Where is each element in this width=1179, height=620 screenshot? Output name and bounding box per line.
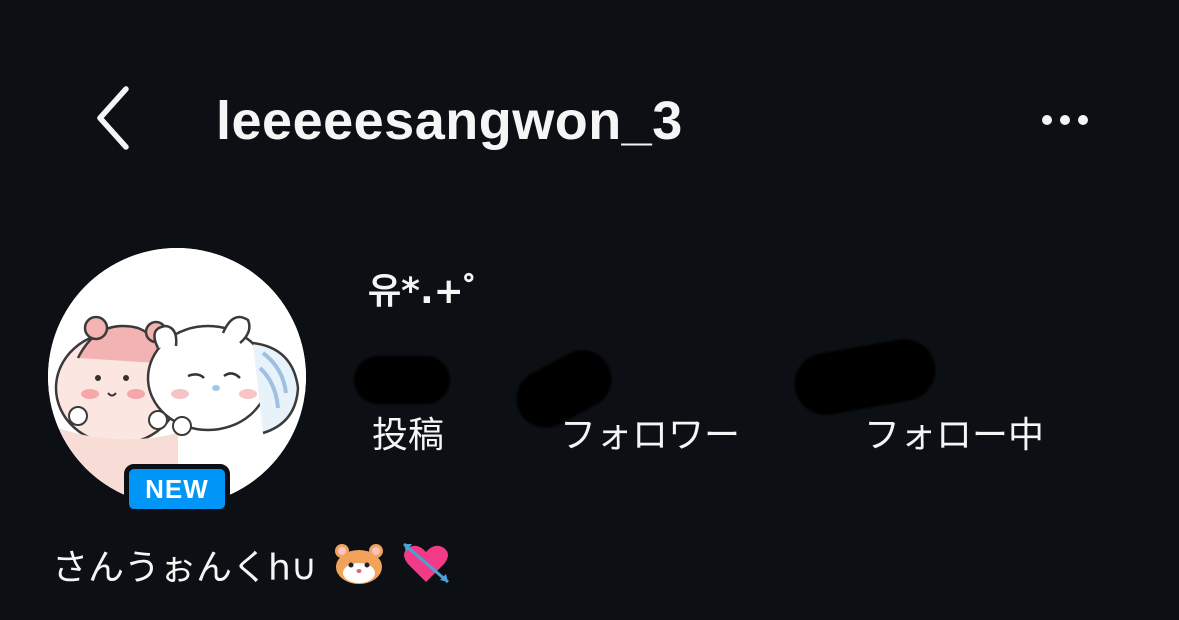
- bio-name-suffix: h∪: [268, 547, 318, 589]
- stat-following[interactable]: フォロー中: [789, 334, 1090, 460]
- profile-header: leeeeesangwon_3: [0, 0, 1179, 240]
- profile-avatar-container[interactable]: NEW: [48, 248, 306, 514]
- stat-posts[interactable]: 投稿: [350, 350, 490, 460]
- profile-username: leeeeesangwon_3: [216, 91, 683, 151]
- posts-count-redacted: [354, 356, 450, 404]
- profile-bio-name: さんうぉんくh∪: [52, 538, 452, 601]
- more-options-button[interactable]: [1030, 100, 1100, 140]
- stat-followers[interactable]: フォロワー: [506, 339, 770, 460]
- bio-name-text: さんうぉんく: [52, 547, 269, 589]
- heart-with-arrow-emoji-icon: [400, 538, 452, 601]
- hamster-face-emoji-icon: [333, 541, 385, 598]
- back-button[interactable]: [84, 82, 144, 154]
- following-label: フォロー中: [864, 415, 1045, 456]
- followers-label: フォロワー: [560, 415, 741, 456]
- new-story-badge: NEW: [124, 464, 230, 514]
- following-count-redacted: [789, 334, 941, 420]
- more-horizontal-icon: [1042, 115, 1088, 125]
- chevron-left-icon: [97, 86, 129, 150]
- profile-display-name: 유*.+゜: [368, 271, 500, 312]
- posts-label: 投稿: [372, 415, 445, 456]
